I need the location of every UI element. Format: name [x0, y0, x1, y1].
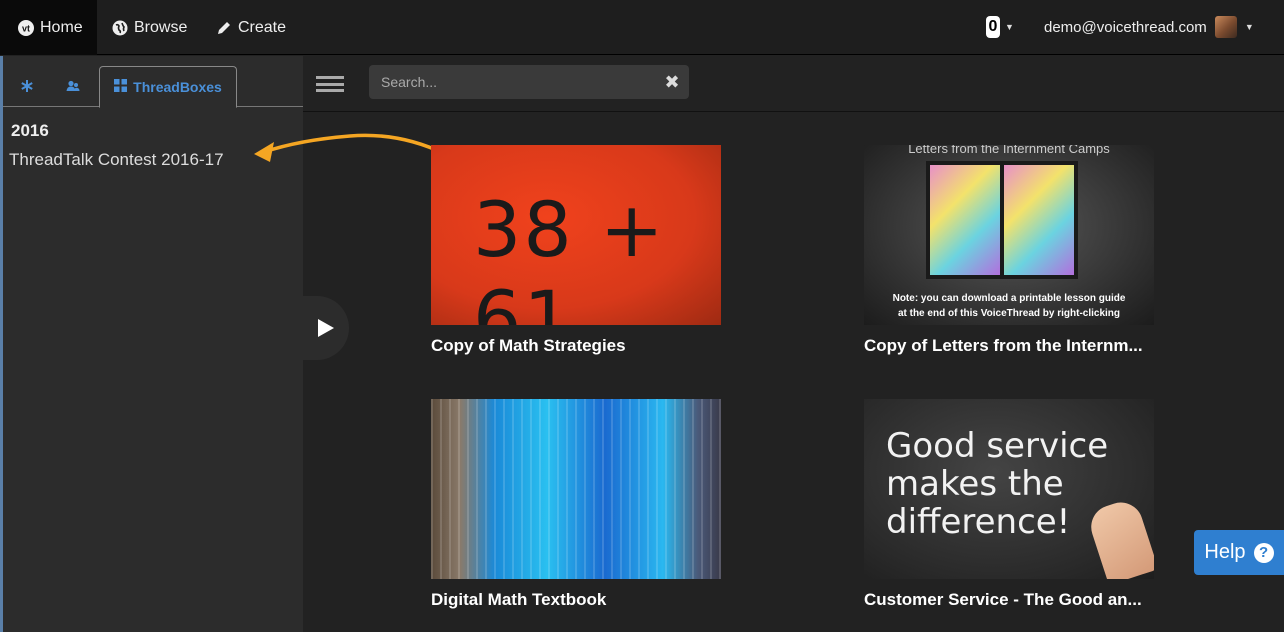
user-menu[interactable]: demo@voicethread.com ▼	[1044, 14, 1254, 40]
thread-thumbnail[interactable]: Letters from the Internment Camps Note: …	[864, 145, 1154, 325]
search-input[interactable]	[369, 65, 689, 99]
thumbnail-artwork	[926, 161, 1078, 279]
thread-title[interactable]: Copy of Math Strategies	[431, 336, 731, 356]
thread-card[interactable]: Good service makes the difference! Custo…	[864, 399, 1164, 610]
tab-threadboxes[interactable]: ThreadBoxes	[99, 66, 237, 108]
thumbnail-note: Note: you can download a printable lesso…	[892, 293, 1126, 319]
nav-create-label: Create	[238, 18, 287, 36]
threadbox-item[interactable]: ThreadTalk Contest 2016-17	[9, 150, 224, 170]
year-heading: 2016	[11, 121, 49, 140]
thread-card[interactable]: 38 + 61 Copy of Math Strategies	[431, 145, 731, 356]
annotation-arrow-icon	[254, 133, 447, 162]
tab-groups[interactable]	[55, 66, 91, 107]
thread-thumbnail[interactable]: 38 + 61	[431, 145, 721, 325]
nav-create[interactable]: Create	[216, 0, 286, 55]
tab-threadboxes-label: ThreadBoxes	[133, 79, 222, 95]
notifications-dropdown[interactable]: 0 ▼	[986, 14, 1014, 40]
thread-title[interactable]: Customer Service - The Good an...	[864, 590, 1164, 610]
thread-card[interactable]: Digital Math Textbook	[431, 399, 731, 610]
toolbar: ✖	[303, 56, 1284, 112]
thumbnail-heading: Letters from the Internment Camps	[908, 145, 1110, 156]
nav-browse[interactable]: Browse	[112, 0, 187, 55]
caret-down-icon: ▼	[1005, 22, 1014, 32]
help-button[interactable]: Help ?	[1194, 530, 1284, 575]
help-label: Help	[1204, 541, 1246, 563]
thread-title[interactable]: Digital Math Textbook	[431, 590, 731, 610]
svg-text:vt: vt	[22, 23, 30, 33]
asterisk-icon	[21, 79, 33, 95]
globe-icon	[112, 20, 128, 36]
nav-home[interactable]: vt Home	[0, 0, 97, 55]
thread-card[interactable]: Letters from the Internment Camps Note: …	[864, 145, 1164, 356]
thread-thumbnail[interactable]: Good service makes the difference!	[864, 399, 1154, 579]
notification-count: 0	[986, 16, 1000, 38]
avatar	[1214, 16, 1237, 38]
grid-icon	[114, 79, 128, 95]
nav-home-label: Home	[40, 18, 83, 36]
thumbnail-text: 38 + 61	[473, 185, 666, 325]
tab-asterisk[interactable]	[9, 66, 45, 107]
nav-browse-label: Browse	[134, 18, 188, 36]
sidebar-tabs: ThreadBoxes	[3, 56, 303, 108]
thread-title[interactable]: Copy of Letters from the Internm...	[864, 336, 1164, 356]
voicethread-logo-icon: vt	[18, 19, 34, 36]
close-icon[interactable]: ✖	[662, 72, 682, 92]
question-icon: ?	[1253, 542, 1274, 563]
caret-down-icon: ▼	[1244, 22, 1254, 32]
people-icon	[66, 79, 80, 95]
pencil-icon	[216, 20, 232, 36]
top-navbar: vt Home Browse Create 0 ▼ demo@voicethre…	[0, 0, 1284, 55]
user-email: demo@voicethread.com	[1044, 18, 1207, 36]
play-icon	[318, 319, 334, 337]
thread-thumbnail[interactable]	[431, 399, 721, 579]
menu-button[interactable]	[316, 76, 344, 92]
thumbnail-text: Good service makes the difference!	[886, 426, 1109, 542]
thumbnail-artwork	[431, 399, 721, 579]
